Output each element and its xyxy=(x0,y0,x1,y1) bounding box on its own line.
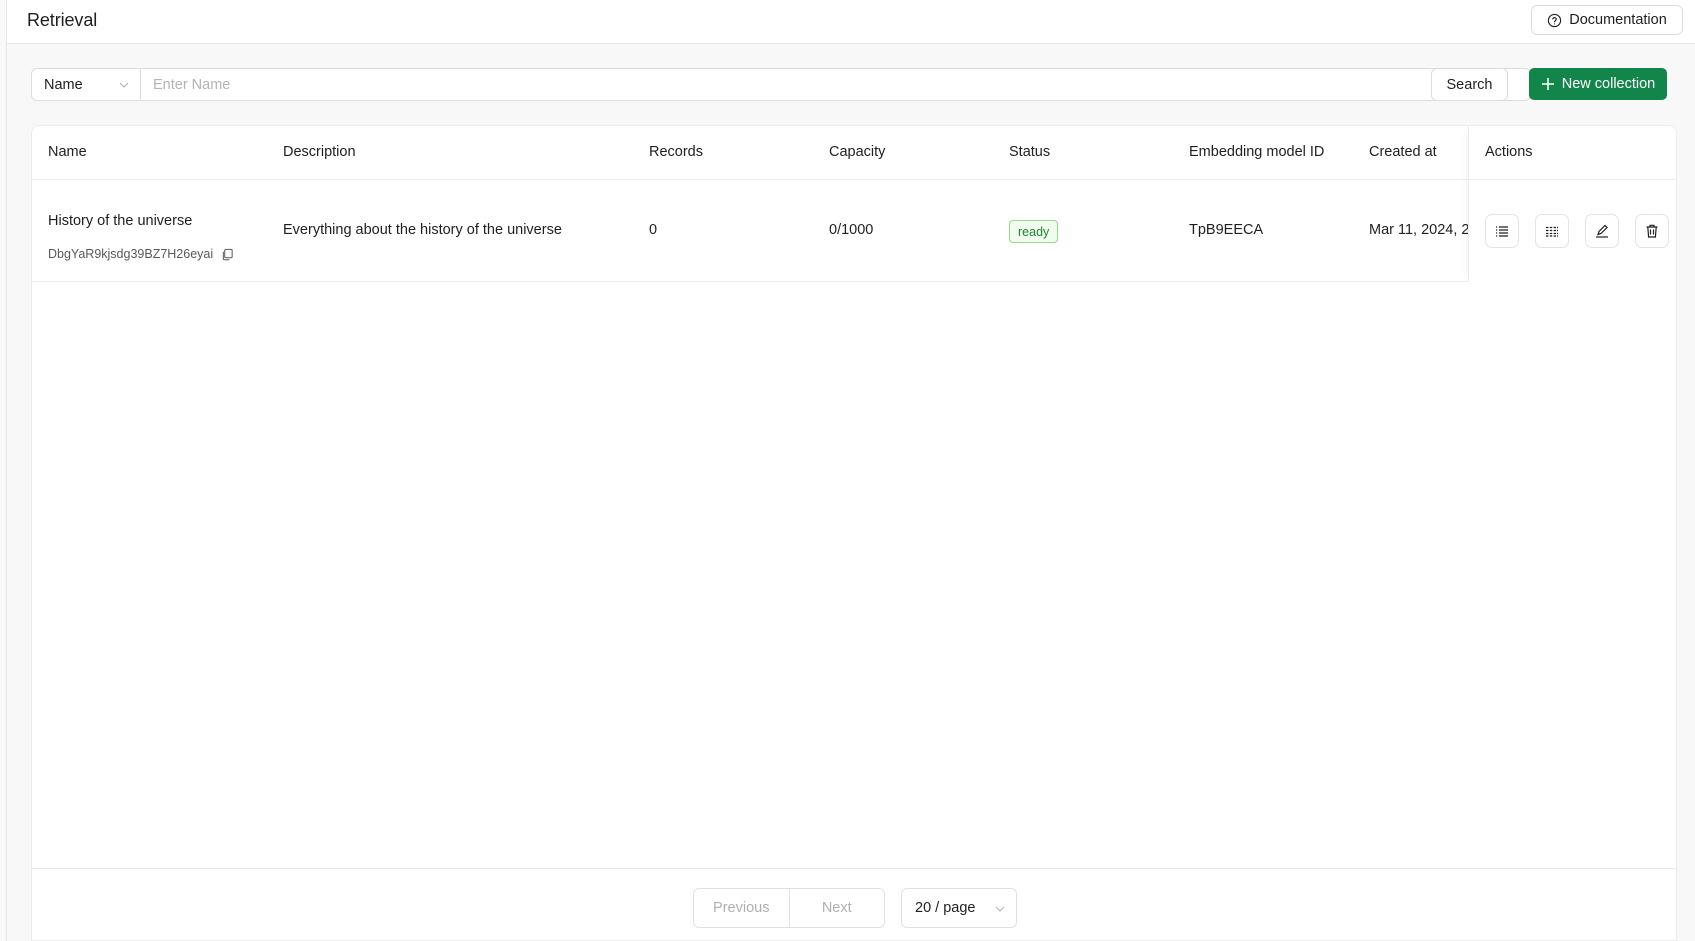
page-size-select[interactable]: 20 / page xyxy=(901,888,1017,928)
search-field-select[interactable]: Name xyxy=(31,68,141,101)
view-table-button[interactable] xyxy=(1535,214,1569,248)
next-page-button[interactable]: Next xyxy=(788,889,885,927)
column-header-description: Description xyxy=(283,144,356,160)
pagination-divider xyxy=(32,868,1676,869)
collections-table: Name Description Records Capacity Status… xyxy=(31,125,1677,941)
left-rail xyxy=(0,0,7,941)
delete-button[interactable] xyxy=(1635,214,1669,248)
table-row[interactable]: History of the universe DbgYaR9kjsdg39BZ… xyxy=(32,180,1676,282)
previous-page-button[interactable]: Previous xyxy=(694,889,789,927)
pagination-controls: Previous Next xyxy=(693,888,885,928)
chevron-down-icon xyxy=(995,906,1005,912)
collection-capacity: 0/1000 xyxy=(829,222,874,238)
new-collection-button[interactable]: New collection xyxy=(1529,68,1667,100)
grid-icon xyxy=(1546,226,1558,237)
documentation-label: Documentation xyxy=(1569,12,1667,28)
delete-icon xyxy=(1646,224,1658,238)
plus-icon xyxy=(1541,78,1554,90)
collection-id-text: DbgYaR9kjsdg39BZ7H26eyai xyxy=(48,247,214,261)
status-badge: ready xyxy=(1009,220,1059,243)
search-button[interactable]: Search xyxy=(1431,68,1508,101)
column-header-status: Status xyxy=(1009,144,1051,160)
column-header-created-at: Created at xyxy=(1369,144,1437,160)
collection-created-at: Mar 11, 2024, 2( xyxy=(1369,222,1475,238)
column-header-embedding-model-id: Embedding model ID xyxy=(1189,144,1325,160)
collection-embedding-model-id: TpB9EECA xyxy=(1189,222,1264,238)
collection-name[interactable]: History of the universe xyxy=(48,213,192,229)
page-title: Retrieval xyxy=(27,10,98,30)
new-collection-label: New collection xyxy=(1561,76,1656,92)
copy-icon[interactable] xyxy=(221,248,234,261)
column-header-name: Name xyxy=(48,144,87,160)
table-header: Name Description Records Capacity Status… xyxy=(32,126,1676,180)
search-field-value: Name xyxy=(44,76,83,93)
page-size-value: 20 / page xyxy=(915,900,976,916)
documentation-button[interactable]: Documentation xyxy=(1531,5,1683,35)
actions-header-divider xyxy=(1469,179,1676,180)
column-header-records: Records xyxy=(649,144,703,160)
edit-icon xyxy=(1596,224,1608,238)
list-icon xyxy=(1496,226,1508,237)
help-circle-icon xyxy=(1548,13,1562,27)
search-input[interactable] xyxy=(141,68,1531,101)
chevron-down-icon xyxy=(119,82,129,88)
view-records-button[interactable] xyxy=(1485,214,1519,248)
collection-records: 0 xyxy=(649,222,658,238)
column-header-capacity: Capacity xyxy=(829,144,886,160)
top-bar: Retrieval Documentation xyxy=(7,0,1695,44)
column-header-actions: Actions xyxy=(1485,144,1533,160)
collection-description: Everything about the history of the univ… xyxy=(283,222,562,238)
actions-column: Actions xyxy=(1468,126,1676,282)
edit-button[interactable] xyxy=(1585,214,1619,248)
collection-id: DbgYaR9kjsdg39BZ7H26eyai xyxy=(48,247,234,261)
search-toolbar: Name Search New collection xyxy=(31,68,1695,101)
